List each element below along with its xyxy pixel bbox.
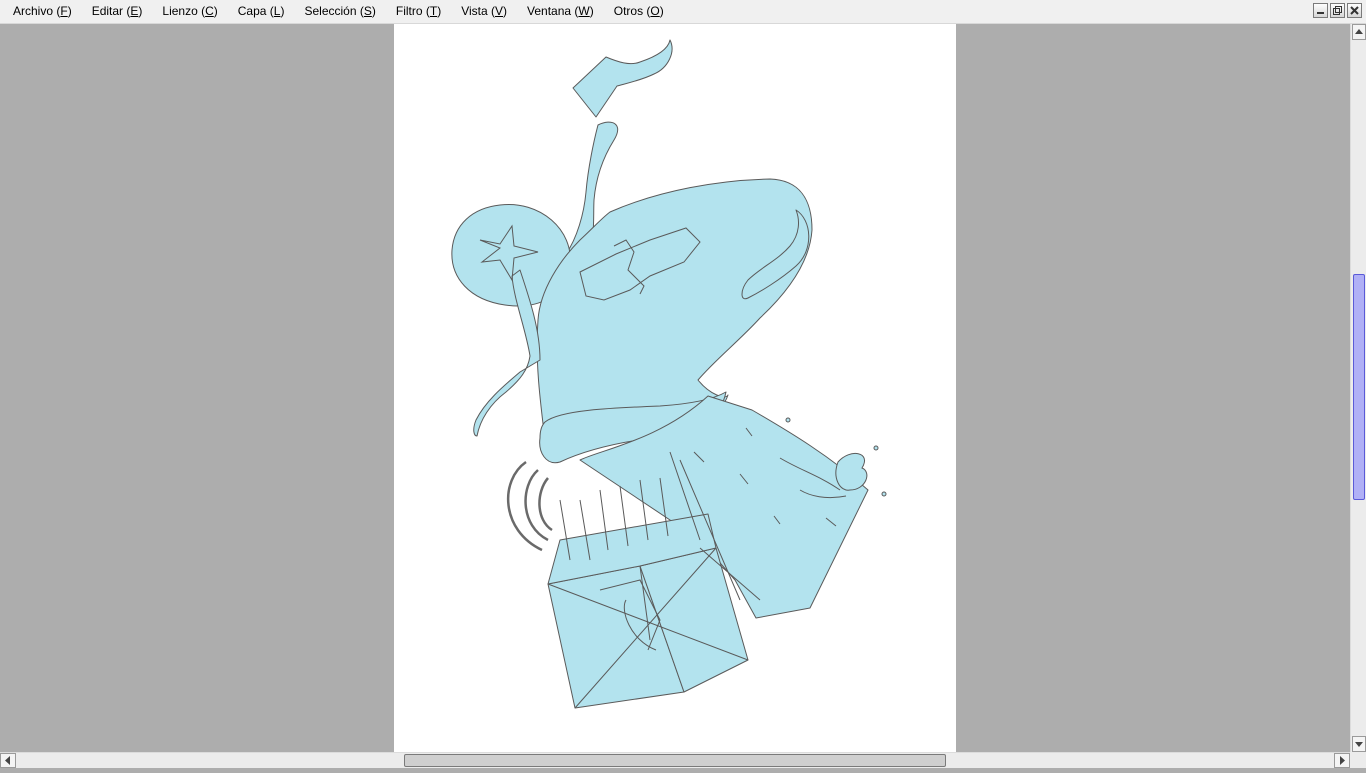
restore-icon: [1333, 6, 1342, 15]
scroll-down-button[interactable]: [1352, 736, 1366, 752]
menu-vista[interactable]: Vista (V): [451, 0, 517, 23]
scroll-up-button[interactable]: [1352, 24, 1366, 40]
minimize-icon: [1317, 12, 1324, 14]
menu-capa[interactable]: Capa (L): [228, 0, 295, 23]
arrow-down-icon: [1352, 736, 1366, 752]
window-controls: [1313, 3, 1362, 18]
close-icon: [1350, 6, 1359, 15]
scrollbar-corner: [1350, 752, 1366, 768]
flag: [572, 39, 673, 118]
menu-filtro[interactable]: Filtro (T): [386, 0, 451, 23]
menu-seleccion[interactable]: Selección (S): [294, 0, 385, 23]
horizontal-scrollbar[interactable]: [0, 752, 1350, 768]
canvas-page[interactable]: [394, 24, 956, 752]
menu-bar: Archivo (F) Editar (E) Lienzo (C) Capa (…: [0, 0, 1366, 24]
menu-lienzo[interactable]: Lienzo (C): [152, 0, 227, 23]
menu-archivo[interactable]: Archivo (F): [0, 0, 82, 23]
horizontal-scroll-thumb[interactable]: [404, 754, 946, 767]
minimize-button[interactable]: [1313, 3, 1328, 18]
arrow-right-icon: [1334, 753, 1350, 768]
restore-button[interactable]: [1330, 3, 1345, 18]
artwork-drawing: [451, 39, 887, 709]
close-button[interactable]: [1347, 3, 1362, 18]
main-body: [536, 178, 813, 441]
arrow-up-icon: [1352, 24, 1366, 40]
scroll-left-button[interactable]: [0, 753, 16, 769]
arrow-left-icon: [0, 753, 16, 768]
menu-otros[interactable]: Otros (O): [604, 0, 674, 23]
menu-ventana[interactable]: Ventana (W): [517, 0, 604, 23]
vertical-scroll-thumb[interactable]: [1353, 274, 1365, 500]
canvas-workspace[interactable]: [0, 24, 1350, 752]
vertical-scrollbar[interactable]: [1350, 24, 1366, 752]
menu-editar[interactable]: Editar (E): [82, 0, 153, 23]
scroll-right-button[interactable]: [1334, 753, 1350, 769]
